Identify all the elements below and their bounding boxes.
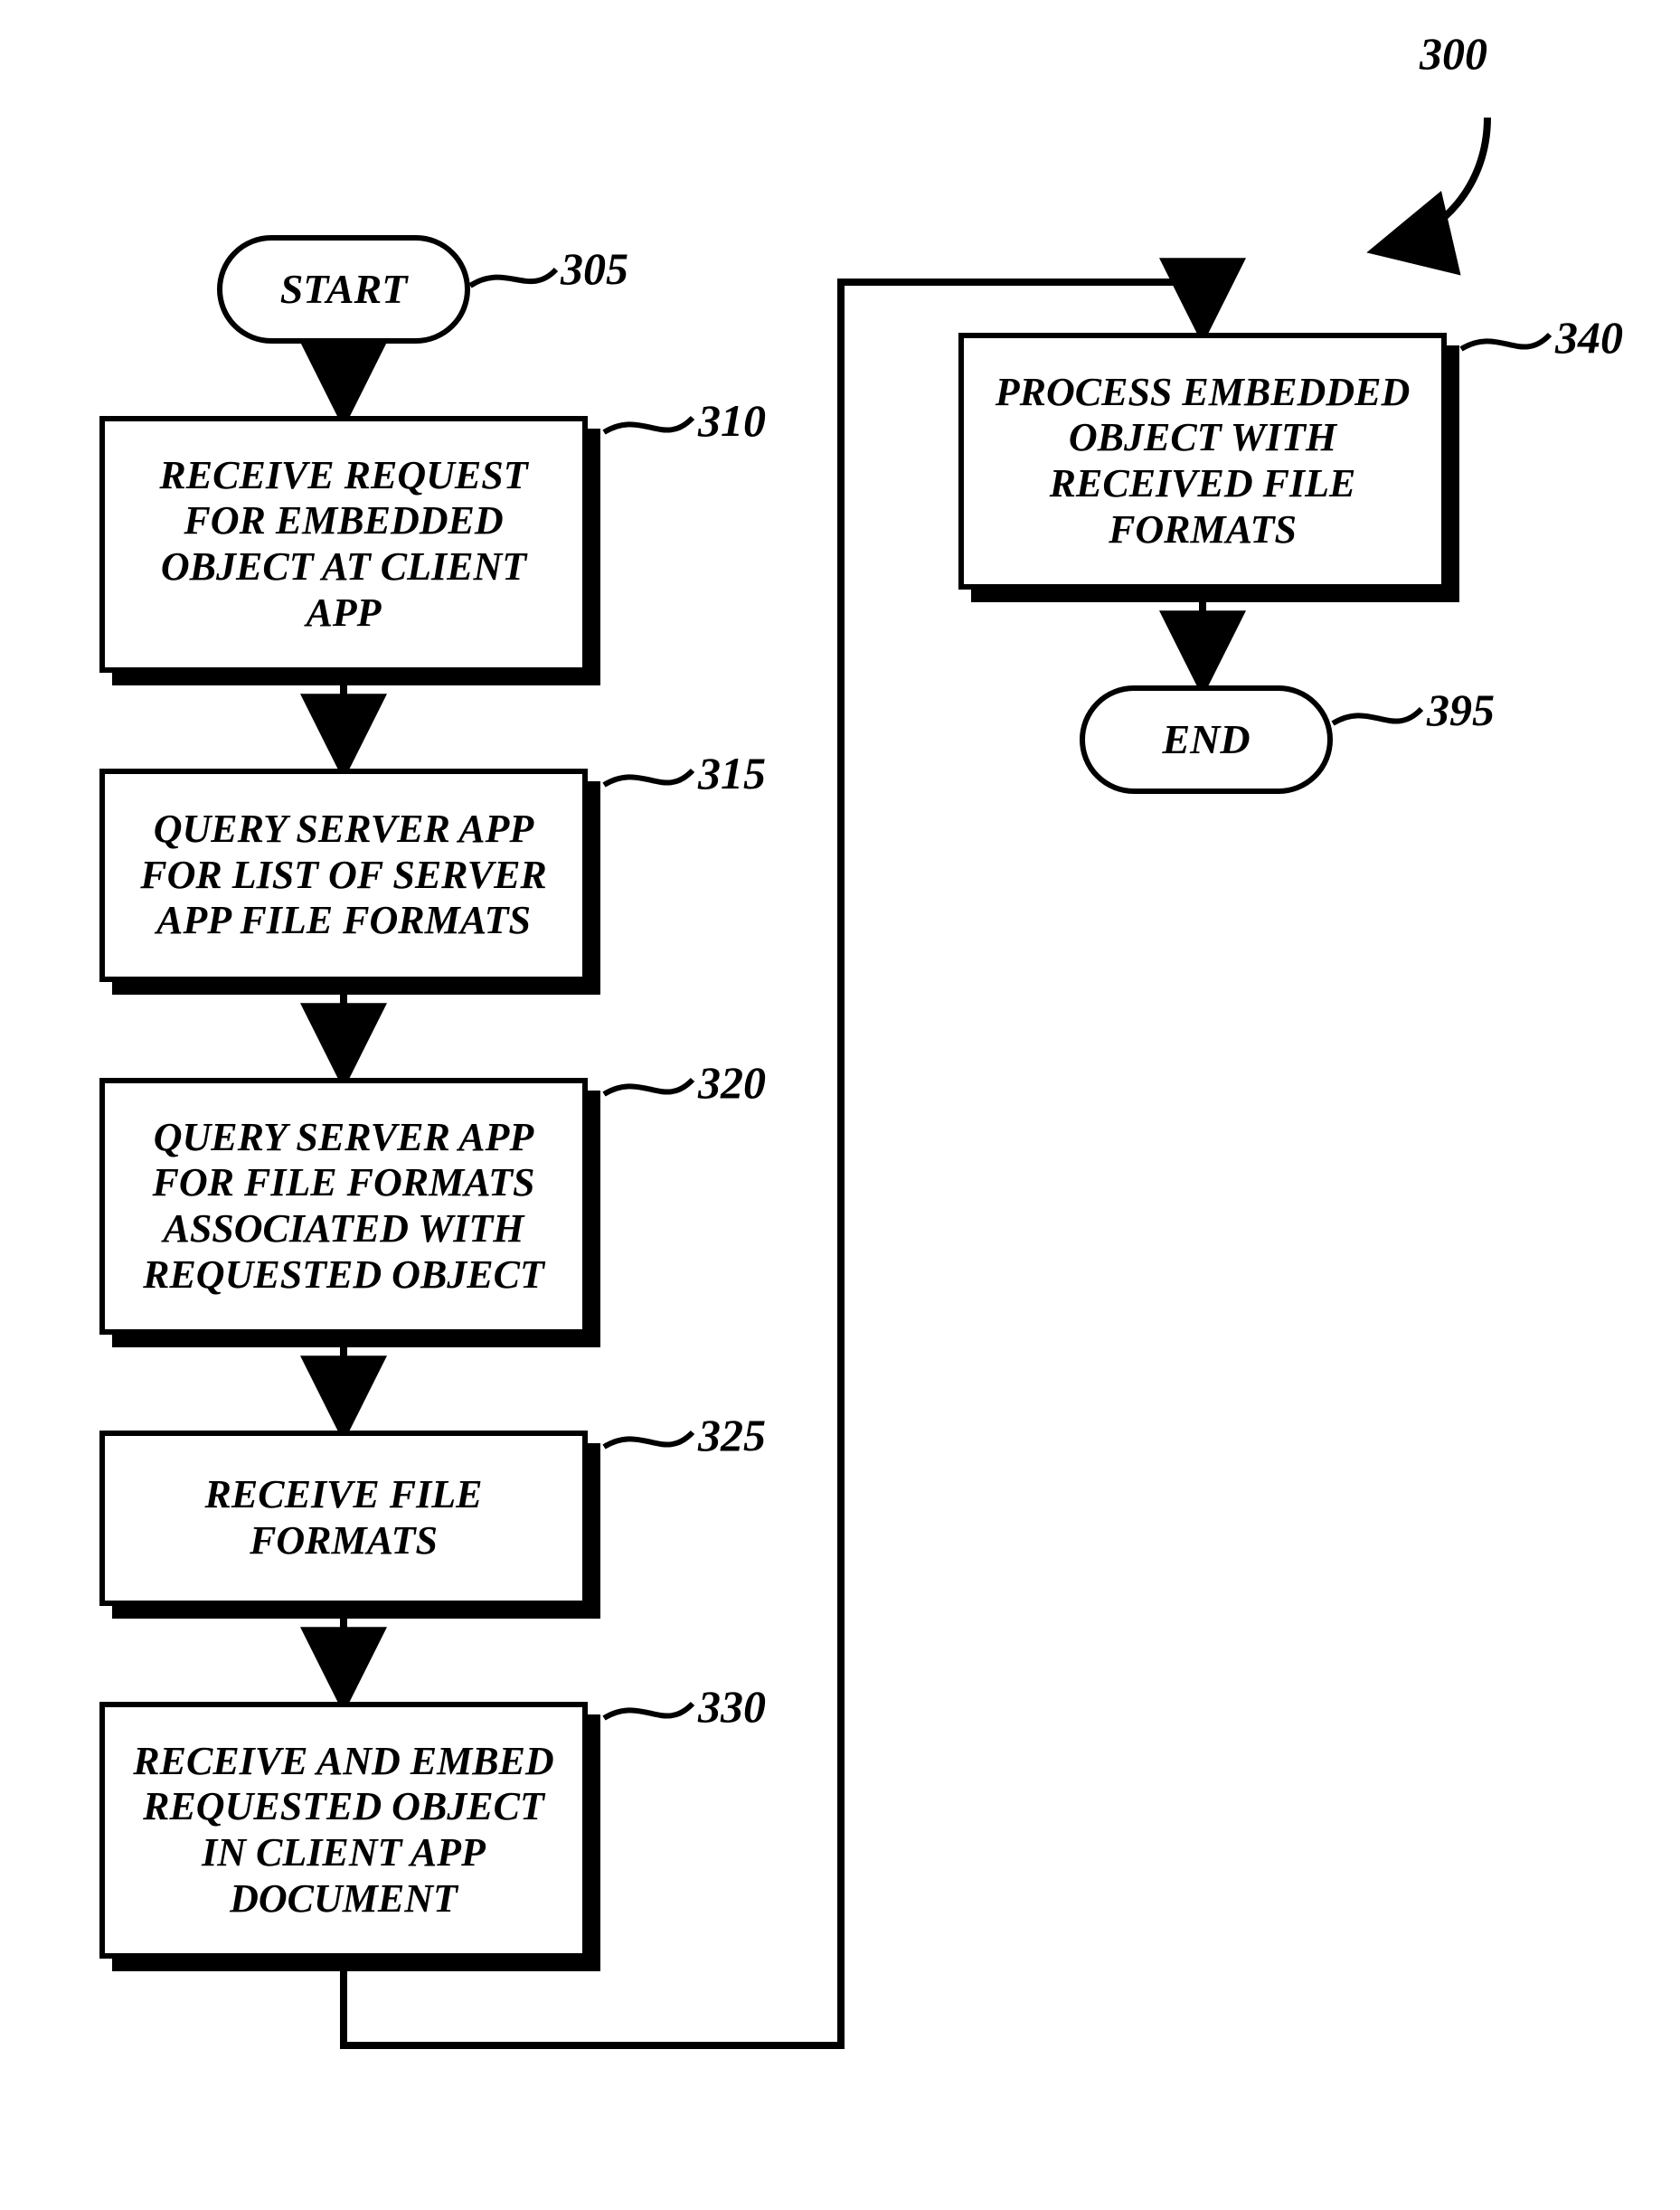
step-320: QUERY SERVER APP FOR FILE FORMATS ASSOCI…	[99, 1078, 588, 1335]
step-315: QUERY SERVER APP FOR LIST OF SERVER APP …	[99, 769, 588, 982]
step-325-label: 325	[698, 1409, 766, 1461]
step-330-label: 330	[698, 1680, 766, 1733]
end-terminator: END	[1080, 685, 1333, 794]
step-310-label: 310	[698, 394, 766, 447]
start-label: 305	[561, 242, 628, 295]
step-325: RECEIVE FILE FORMATS	[99, 1431, 588, 1606]
step-320-label: 320	[698, 1056, 766, 1109]
step-310-text: RECEIVE REQUEST FOR EMBEDDED OBJECT AT C…	[123, 453, 564, 636]
step-340: PROCESS EMBEDDED OBJECT WITH RECEIVED FI…	[958, 333, 1447, 590]
step-325-text: RECEIVE FILE FORMATS	[123, 1472, 564, 1563]
start-terminator: START	[217, 235, 470, 344]
step-315-label: 315	[698, 747, 766, 799]
end-text: END	[1162, 716, 1250, 764]
step-340-label: 340	[1555, 311, 1623, 364]
step-340-text: PROCESS EMBEDDED OBJECT WITH RECEIVED FI…	[982, 370, 1423, 552]
step-320-text: QUERY SERVER APP FOR FILE FORMATS ASSOCI…	[123, 1115, 564, 1298]
step-315-text: QUERY SERVER APP FOR LIST OF SERVER APP …	[123, 807, 564, 944]
start-text: START	[280, 266, 408, 314]
step-330-text: RECEIVE AND EMBED REQUESTED OBJECT IN CL…	[123, 1739, 564, 1922]
diagram-ref-label: 300	[1420, 27, 1487, 80]
step-330: RECEIVE AND EMBED REQUESTED OBJECT IN CL…	[99, 1702, 588, 1959]
end-label: 395	[1427, 684, 1495, 736]
step-310: RECEIVE REQUEST FOR EMBEDDED OBJECT AT C…	[99, 416, 588, 673]
